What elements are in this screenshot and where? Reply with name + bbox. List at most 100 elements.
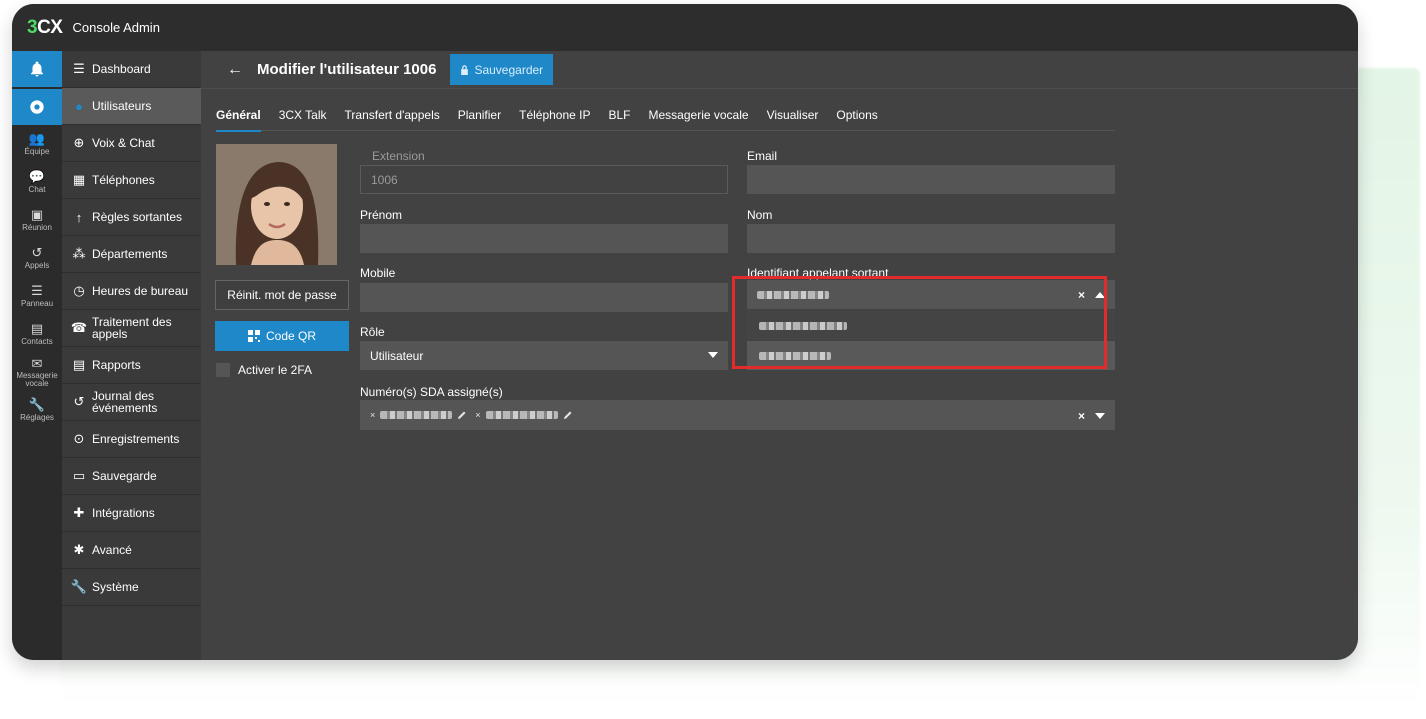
chat-icon: 💬 xyxy=(28,169,46,184)
rail-item-messagerie[interactable]: ✉ Messagerie vocale xyxy=(12,353,62,391)
sidebar-item-departements[interactable]: ⁂ Départements xyxy=(62,236,201,273)
save-button[interactable]: Sauvegarder xyxy=(450,54,554,85)
icon-rail: 👥 Équipe 💬 Chat ▣ Réunion ↺ Appels ☰ Pan… xyxy=(12,51,62,660)
wrench-icon: 🔧 xyxy=(28,397,46,412)
rail-item-panneau[interactable]: ☰ Panneau xyxy=(12,277,62,315)
panel-icon: ☰ xyxy=(31,283,43,298)
enable-2fa-option: Activer le 2FA xyxy=(216,363,312,377)
prenom-field[interactable] xyxy=(360,224,728,253)
puzzle-icon: ✚ xyxy=(73,505,85,520)
extension-field: 1006 xyxy=(360,165,728,194)
rail-item-contacts[interactable]: ▤ Contacts xyxy=(12,315,62,353)
app-title: Console Admin xyxy=(72,20,160,35)
tab-blf[interactable]: BLF xyxy=(609,99,631,131)
nom-label: Nom xyxy=(747,208,773,222)
departments-icon: ⁂ xyxy=(72,246,86,261)
tab-bar: Général 3CX Talk Transfert d'appels Plan… xyxy=(216,99,1115,132)
bell-icon xyxy=(31,61,43,77)
sidebar-nav: ☰ Dashboard ● Utilisateurs ⊕ Voix & Chat ▦ T… xyxy=(62,51,201,660)
user-icon: ● xyxy=(75,98,83,114)
tab-general[interactable]: Général xyxy=(216,99,261,132)
sidebar-item-rapports[interactable]: ▤ Rapports xyxy=(62,347,201,384)
pencil-icon[interactable] xyxy=(457,410,467,420)
history-icon: ↺ xyxy=(73,394,85,409)
tab-options[interactable]: Options xyxy=(836,99,877,131)
sidebar-item-voix-chat[interactable]: ⊕ Voix & Chat xyxy=(62,125,201,162)
chevron-down-icon xyxy=(708,352,718,358)
history-icon: ↺ xyxy=(31,245,43,260)
chevron-down-icon[interactable] xyxy=(1095,413,1105,419)
page-header: ← Modifier l'utilisateur 1006 Sauvegarde… xyxy=(201,51,1358,89)
tab-telephone-ip[interactable]: Téléphone IP xyxy=(519,99,590,131)
sidebar-item-enregistrements[interactable]: ⊙ Enregistrements xyxy=(62,421,201,458)
lock-icon xyxy=(461,64,469,75)
role-label: Rôle xyxy=(360,325,385,339)
record-icon: ⊙ xyxy=(73,431,85,446)
archive-icon: ▭ xyxy=(72,468,86,483)
3cx-logo: 3CX xyxy=(27,16,63,38)
mobile-label: Mobile xyxy=(360,266,396,280)
rail-item-appels[interactable]: ↺ Appels xyxy=(12,239,62,277)
nom-field[interactable] xyxy=(747,224,1115,253)
remove-icon[interactable]: × xyxy=(475,410,480,420)
tab-planifier[interactable]: Planifier xyxy=(458,99,501,131)
rail-item-reunion[interactable]: ▣ Réunion xyxy=(12,201,62,239)
tab-3cx-talk[interactable]: 3CX Talk xyxy=(279,99,327,131)
tab-transfert[interactable]: Transfert d'appels xyxy=(345,99,440,131)
clock-icon: ◷ xyxy=(73,283,85,298)
rail-item-equipe[interactable]: 👥 Équipe xyxy=(12,125,62,163)
meeting-icon: ▣ xyxy=(30,207,44,222)
sidebar-item-sauvegarde[interactable]: ▭ Sauvegarde xyxy=(62,458,201,495)
sda-chip: × xyxy=(370,410,467,420)
highlight-box xyxy=(732,276,1107,369)
globe-icon: ⊕ xyxy=(73,135,85,150)
sidebar-item-dashboard[interactable]: ☰ Dashboard xyxy=(62,51,201,88)
team-icon: 👥 xyxy=(28,131,46,146)
pencil-icon[interactable] xyxy=(563,410,573,420)
qr-code-button[interactable]: Code QR xyxy=(215,321,349,351)
sidebar-item-utilisateurs[interactable]: ● Utilisateurs xyxy=(62,88,201,125)
sidebar-item-avance[interactable]: ✱ Avancé xyxy=(62,532,201,569)
voicemail-icon: ✉ xyxy=(31,355,43,371)
phone-device-icon: ▦ xyxy=(72,172,86,187)
report-icon: ▤ xyxy=(72,357,86,372)
rail-item-reglages[interactable]: 🔧 Réglages xyxy=(12,391,62,429)
page-title: Modifier l'utilisateur 1006 xyxy=(257,61,437,78)
extension-label: Extension xyxy=(372,149,425,163)
mobile-field[interactable] xyxy=(360,283,728,312)
arrow-up-icon: ↑ xyxy=(75,209,83,225)
prenom-label: Prénom xyxy=(360,208,403,222)
wrench-icon: 🔧 xyxy=(70,579,88,594)
qr-icon xyxy=(247,330,260,342)
email-label: Email xyxy=(747,149,778,163)
sidebar-item-integrations[interactable]: ✚ Intégrations xyxy=(62,495,201,532)
gear-icon: ✱ xyxy=(73,542,85,557)
reset-password-button[interactable]: Réinit. mot de passe xyxy=(215,280,349,310)
user-photo[interactable] xyxy=(216,144,337,265)
sda-label: Numéro(s) SDA assigné(s) xyxy=(360,385,503,399)
sidebar-item-systeme[interactable]: 🔧 Système xyxy=(62,569,201,606)
clear-icon[interactable]: × xyxy=(1078,409,1085,423)
tab-messagerie[interactable]: Messagerie vocale xyxy=(649,99,749,131)
contacts-icon: ▤ xyxy=(30,321,44,336)
notifications-button[interactable] xyxy=(12,51,62,87)
top-bar: 3CX Console Admin xyxy=(12,4,1358,51)
email-field[interactable] xyxy=(747,165,1115,194)
sda-multiselect[interactable]: × × × xyxy=(360,400,1115,430)
sidebar-item-telephones[interactable]: ▦ Téléphones xyxy=(62,162,201,199)
sidebar-item-journal[interactable]: ↺ Journal des événements xyxy=(62,384,201,421)
back-arrow-icon[interactable]: ← xyxy=(227,61,243,79)
sidebar-item-traitement-appels[interactable]: ☎ Traitement des appels xyxy=(62,310,201,347)
dashboard-icon: ☰ xyxy=(73,61,85,76)
sidebar-item-regles-sortantes[interactable]: ↑ Règles sortantes xyxy=(62,199,201,236)
chrome-icon xyxy=(30,100,44,114)
avatar-portrait xyxy=(216,144,337,265)
tab-visualiser[interactable]: Visualiser xyxy=(767,99,819,131)
role-select[interactable]: Utilisateur xyxy=(360,341,728,370)
sidebar-item-heures-bureau[interactable]: ◷ Heures de bureau xyxy=(62,273,201,310)
web-client-button[interactable] xyxy=(12,89,62,125)
rail-item-chat[interactable]: 💬 Chat xyxy=(12,163,62,201)
phone-icon: ☎ xyxy=(70,320,88,335)
remove-icon[interactable]: × xyxy=(370,410,375,420)
enable-2fa-checkbox[interactable] xyxy=(216,363,230,377)
